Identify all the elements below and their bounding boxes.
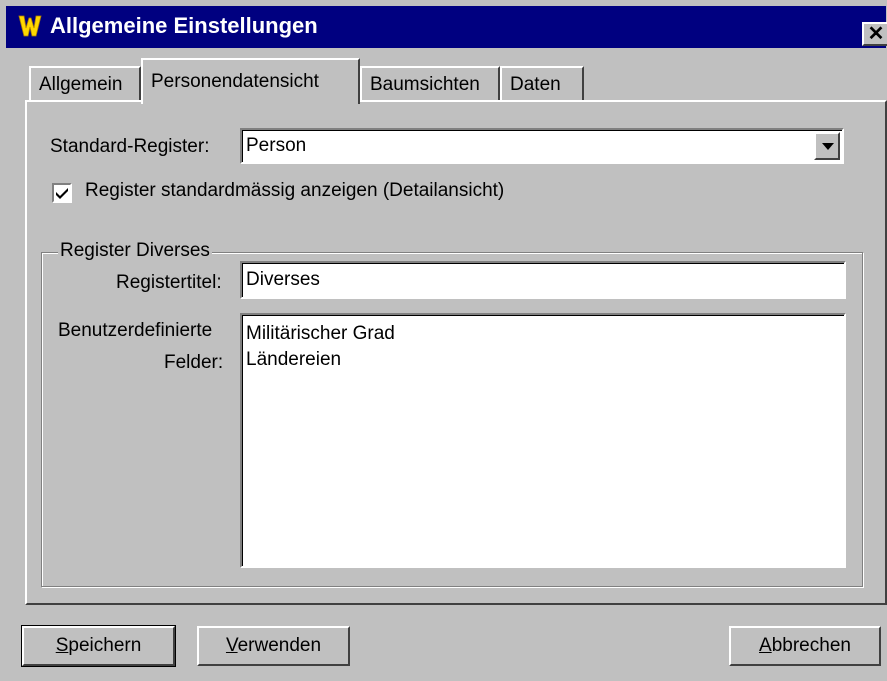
cancel-label: bbrechen bbox=[771, 635, 851, 656]
show-register-checkbox[interactable] bbox=[52, 183, 72, 203]
tab-label: Allgemein bbox=[39, 74, 123, 95]
save-label: peichern bbox=[68, 635, 142, 656]
close-icon: ✕ bbox=[867, 23, 885, 45]
apply-label: erwenden bbox=[237, 635, 322, 656]
registertitel-input[interactable]: Diverses bbox=[240, 261, 846, 299]
standard-register-label: Standard-Register: bbox=[50, 136, 210, 157]
list-item[interactable]: Militärischer Grad bbox=[246, 323, 395, 345]
tab-label: Personendatensicht bbox=[151, 71, 319, 92]
tab-label: Baumsichten bbox=[370, 74, 480, 95]
apply-button[interactable]: Verwenden bbox=[197, 626, 350, 666]
list-item[interactable]: Ländereien bbox=[246, 349, 341, 371]
checkmark-icon bbox=[56, 188, 68, 199]
standard-register-select[interactable]: Person bbox=[240, 128, 844, 164]
window-title: Allgemeine Einstellungen bbox=[50, 13, 318, 38]
app-w-icon bbox=[18, 15, 42, 37]
settings-dialog: Allgemeine Einstellungen ✕ Allgemein Per… bbox=[0, 0, 887, 681]
save-accel: S bbox=[55, 635, 69, 656]
tab-label: Daten bbox=[510, 74, 561, 95]
custom-fields-list[interactable]: Militärischer Grad Ländereien bbox=[240, 313, 846, 568]
custom-fields-label-line2: Felder: bbox=[164, 352, 224, 373]
dropdown-button[interactable] bbox=[814, 132, 840, 160]
save-button[interactable]: Speichern bbox=[21, 625, 176, 667]
standard-register-value: Person bbox=[246, 135, 307, 156]
tab-baumsichten[interactable]: Baumsichten bbox=[360, 66, 500, 102]
cancel-button[interactable]: Abbrechen bbox=[729, 626, 881, 666]
apply-accel: V bbox=[225, 635, 238, 656]
tab-personendatensicht[interactable]: Personendatensicht bbox=[141, 58, 360, 104]
custom-fields-label-line1: Benutzerdefinierte bbox=[58, 320, 213, 341]
tab-allgemein[interactable]: Allgemein bbox=[29, 66, 141, 102]
chevron-down-icon bbox=[822, 143, 834, 150]
group-title: Register Diverses bbox=[58, 240, 212, 262]
show-register-label: Register standardmässig anzeigen (Detail… bbox=[85, 180, 505, 201]
cancel-accel: A bbox=[759, 635, 772, 656]
title-bar[interactable]: Allgemeine Einstellungen ✕ bbox=[6, 6, 887, 48]
tab-daten[interactable]: Daten bbox=[500, 66, 584, 102]
registertitel-value: Diverses bbox=[246, 269, 320, 290]
registertitel-label: Registertitel: bbox=[116, 272, 222, 293]
close-button[interactable]: ✕ bbox=[862, 22, 887, 46]
